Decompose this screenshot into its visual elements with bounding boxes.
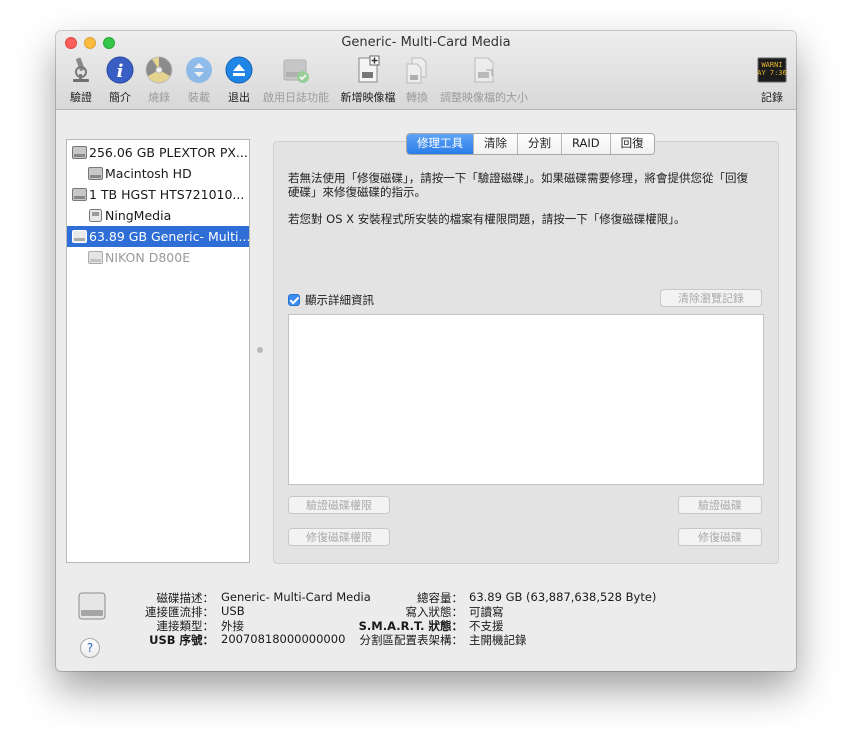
disk-description-value: Generic- Multi-Card Media: [221, 590, 371, 604]
details-log-area[interactable]: [288, 314, 764, 485]
tab-restore[interactable]: 回復: [609, 134, 654, 154]
volume-icon: [88, 251, 103, 264]
checkbox-checked-icon: [288, 294, 300, 306]
disk-list-sidebar: 256.06 GB PLEXTOR PX... Macintosh HD 1 T…: [66, 139, 250, 563]
sidebar-item-label: NIKON D800E: [105, 250, 191, 265]
sidebar-item-label: NingMedia: [105, 208, 172, 223]
volume-icon: [88, 167, 103, 180]
info-icon: i: [106, 56, 134, 84]
repair-permissions-button[interactable]: 修復磁碟權限: [288, 528, 390, 546]
new-image-icon: [358, 55, 380, 83]
show-details-checkbox[interactable]: 顯示詳細資訊: [288, 292, 374, 308]
permissions-description: 若您對 OS X 安裝程式所安裝的檔案有權限問題，請按一下「修復磁碟權限」。: [288, 212, 686, 226]
tab-partition[interactable]: 分割: [517, 134, 561, 154]
svg-text:AY 7:36: AY 7:36: [757, 69, 787, 77]
toolbar-log-button[interactable]: WARNI AY 7:36 記錄: [757, 55, 787, 104]
convert-icon: [406, 57, 427, 84]
toolbar-burn-button[interactable]: 燒錄: [144, 55, 174, 104]
first-aid-description: 若無法使用「修復磁碟」，請按一下「驗證磁碟」。如果磁碟需要修理，將會提供您從「回…: [288, 171, 748, 199]
external-disk-icon: [72, 230, 87, 243]
partition-scheme-value: 主開機記錄: [469, 633, 527, 647]
toolbar-enable-journaling-button[interactable]: 啟用日誌功能: [263, 55, 329, 104]
external-disk-icon: [78, 592, 106, 620]
tab-erase[interactable]: 清除: [473, 134, 517, 154]
hard-disk-icon: [72, 146, 87, 159]
toolbar-verify-button[interactable]: 驗證: [66, 55, 96, 104]
sidebar-item-plextor-disk[interactable]: 256.06 GB PLEXTOR PX...: [67, 142, 249, 163]
sidebar-item-ningmedia[interactable]: NingMedia: [67, 205, 249, 226]
toolbar-new-image-button[interactable]: 新增映像檔: [341, 55, 396, 104]
verify-disk-button[interactable]: 驗證磁碟: [678, 496, 762, 514]
hard-disk-icon: [72, 188, 87, 201]
sidebar-item-label: Macintosh HD: [105, 166, 192, 181]
disk-utility-window: Generic- Multi-Card Media 驗證 i 簡介 燒錄 裝載 …: [56, 31, 796, 671]
burn-icon: [145, 56, 173, 84]
repair-disk-button[interactable]: 修復磁碟: [678, 528, 762, 546]
tab-first-aid[interactable]: 修理工具: [407, 134, 473, 154]
sidebar-item-generic-multi-card[interactable]: 63.89 GB Generic- Multi...: [67, 226, 249, 247]
toolbar-info-button[interactable]: i 簡介: [105, 55, 135, 104]
toolbar-convert-button[interactable]: 轉換: [402, 55, 432, 104]
sidebar-item-label: 1 TB HGST HTS721010...: [89, 187, 245, 202]
usb-serial-key: USB 序號：: [149, 633, 214, 647]
window-title: Generic- Multi-Card Media: [341, 35, 511, 50]
clear-history-button[interactable]: 清除瀏覽記錄: [660, 289, 762, 307]
tab-bar: 修理工具 清除 分割 RAID 回復: [406, 133, 655, 155]
console-log-icon: WARNI AY 7:36: [757, 57, 787, 83]
partition-scheme-key: 分割區配置表架構：: [359, 633, 464, 647]
sidebar-item-nikon-d800e[interactable]: NIKON D800E: [67, 247, 249, 268]
connection-bus-value: USB: [221, 604, 245, 618]
split-view-divider[interactable]: [257, 347, 263, 353]
log-disk-icon: [283, 59, 309, 83]
microscope-icon: [73, 57, 89, 82]
verify-permissions-button[interactable]: 驗證磁碟權限: [288, 496, 390, 514]
sidebar-item-label: 256.06 GB PLEXTOR PX...: [89, 145, 248, 160]
toolbar-resize-image-button[interactable]: 調整映像檔的大小: [440, 55, 528, 104]
toolbar: Generic- Multi-Card Media 驗證 i 簡介 燒錄 裝載 …: [56, 31, 796, 110]
resize-image-icon: [474, 57, 494, 83]
sidebar-item-label: 63.89 GB Generic- Multi...: [89, 229, 249, 244]
toolbar-mount-button[interactable]: 裝載: [184, 55, 214, 104]
usb-serial-value: 20070818000000000: [221, 632, 346, 646]
toolbar-eject-button[interactable]: 退出: [224, 55, 254, 104]
sidebar-item-macintosh-hd[interactable]: Macintosh HD: [67, 163, 249, 184]
tab-raid[interactable]: RAID: [561, 134, 610, 154]
show-details-label: 顯示詳細資訊: [305, 293, 374, 307]
sidebar-item-hgst-disk[interactable]: 1 TB HGST HTS721010...: [67, 184, 249, 205]
svg-text:WARNI: WARNI: [761, 61, 782, 69]
help-button[interactable]: ?: [80, 638, 100, 658]
svg-text:i: i: [117, 61, 124, 82]
mount-icon: [186, 57, 212, 83]
eject-icon: [225, 56, 253, 84]
total-capacity-value: 63.89 GB (63,887,638,528 Byte): [469, 590, 657, 604]
external-volume-icon: [89, 209, 102, 222]
